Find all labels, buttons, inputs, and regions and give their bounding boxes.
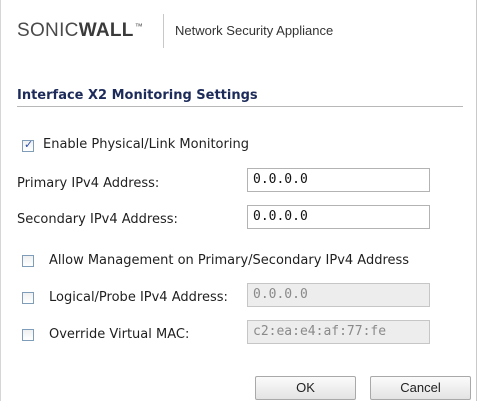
logical-probe-label: Logical/Probe IPv4 Address: <box>49 290 228 305</box>
allow-management-label: Allow Management on Primary/Secondary IP… <box>49 253 410 268</box>
brand-part2: WALL <box>78 20 134 41</box>
enable-monitoring-label: Enable Physical/Link Monitoring <box>43 137 249 152</box>
enable-monitoring-checkbox[interactable] <box>22 138 34 152</box>
override-mac-input: c2:ea:e4:af:77:fe <box>247 320 430 344</box>
section-title: Interface X2 Monitoring Settings <box>17 88 258 103</box>
logical-probe-input: 0.0.0.0 <box>247 283 430 307</box>
logical-probe-checkbox[interactable] <box>22 292 34 304</box>
product-name: Network Security Appliance <box>175 23 334 38</box>
header-divider <box>163 14 164 48</box>
monitoring-settings-dialog: SONICWALL™ Network Security Appliance In… <box>0 0 477 401</box>
brand-trademark: ™ <box>134 22 144 31</box>
section-divider <box>17 106 463 107</box>
override-mac-label: Override Virtual MAC: <box>49 327 190 342</box>
allow-management-checkbox[interactable] <box>22 255 34 267</box>
ok-button[interactable]: OK <box>255 376 356 400</box>
secondary-ipv4-input[interactable]: 0.0.0.0 <box>247 205 430 229</box>
sonicwall-logo: SONICWALL™ <box>17 20 143 42</box>
secondary-ipv4-label: Secondary IPv4 Address: <box>17 212 178 227</box>
override-mac-checkbox[interactable] <box>22 329 34 341</box>
primary-ipv4-label: Primary IPv4 Address: <box>17 176 160 191</box>
dialog-header: SONICWALL™ Network Security Appliance <box>1 0 477 66</box>
brand-part1: SONIC <box>17 20 79 41</box>
primary-ipv4-input[interactable]: 0.0.0.0 <box>247 168 430 192</box>
cancel-button[interactable]: Cancel <box>370 376 471 400</box>
